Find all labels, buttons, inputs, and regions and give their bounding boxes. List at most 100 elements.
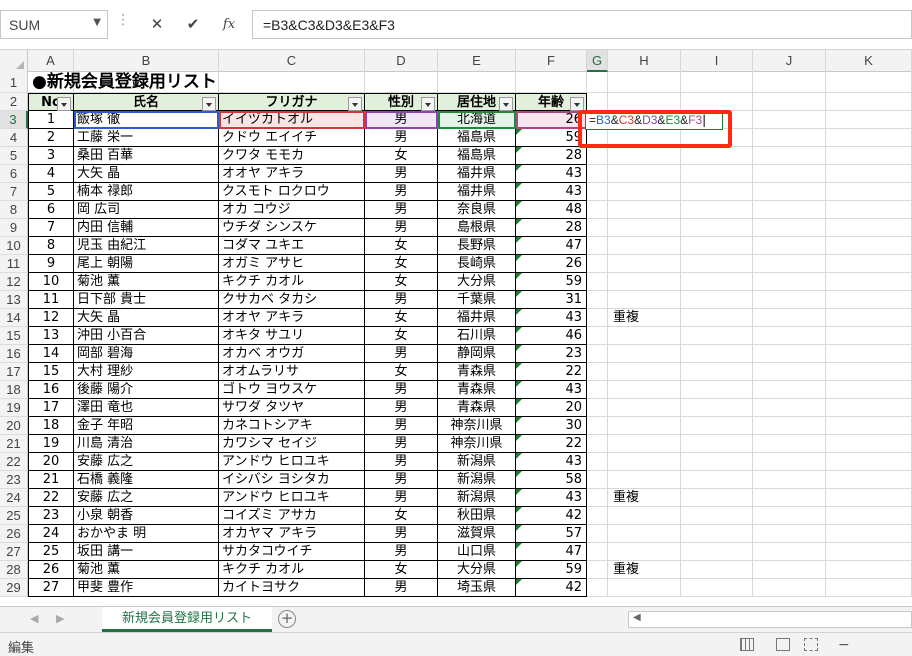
grid-cell[interactable] (681, 363, 753, 381)
table-cell-no[interactable]: 18 (28, 417, 74, 435)
grid-cell[interactable] (681, 219, 753, 237)
table-cell-no[interactable]: 9 (28, 255, 74, 273)
table-cell-name[interactable]: 金子 年昭 (74, 417, 219, 435)
table-cell-no[interactable]: 11 (28, 291, 74, 309)
filter-dropdown-icon[interactable] (421, 97, 435, 111)
table-cell-sex[interactable]: 男 (365, 399, 438, 417)
table-cell-no[interactable]: 27 (28, 579, 74, 597)
grid-cell[interactable] (753, 381, 826, 399)
grid-cell[interactable] (587, 291, 608, 309)
table-cell-age[interactable]: 28 (516, 147, 587, 165)
row-header-4[interactable]: 4 (0, 129, 28, 147)
table-cell-no[interactable]: 2 (28, 129, 74, 147)
table-cell-kana[interactable]: クサカベ タカシ (219, 291, 365, 309)
table-cell-age[interactable]: 42 (516, 507, 587, 525)
table-cell-no[interactable]: 26 (28, 561, 74, 579)
table-cell-kana[interactable]: イイヅカトオル (219, 111, 365, 129)
table-cell-name[interactable]: 澤田 竜也 (74, 399, 219, 417)
table-cell-place[interactable]: 秋田県 (438, 507, 516, 525)
grid-cell[interactable] (753, 525, 826, 543)
table-cell-name[interactable]: 川島 清治 (74, 435, 219, 453)
table-cell-place[interactable]: 長崎県 (438, 255, 516, 273)
table-cell-no[interactable]: 20 (28, 453, 74, 471)
name-box[interactable]: SUM ▼ (0, 10, 108, 39)
grid-cell[interactable] (826, 345, 912, 363)
table-cell-age[interactable]: 30 (516, 417, 587, 435)
normal-view-icon[interactable] (740, 638, 754, 651)
table-cell-no[interactable]: 16 (28, 381, 74, 399)
grid-cell[interactable] (587, 183, 608, 201)
table-cell-age[interactable]: 31 (516, 291, 587, 309)
table-cell-no[interactable]: 10 (28, 273, 74, 291)
filter-dropdown-icon[interactable] (570, 97, 584, 111)
table-cell-place[interactable]: 福島県 (438, 147, 516, 165)
column-header-j[interactable]: J (753, 50, 826, 72)
table-cell-sex[interactable]: 男 (365, 435, 438, 453)
table-cell-kana[interactable]: オキタ サユリ (219, 327, 365, 345)
filter-dropdown-icon[interactable] (499, 97, 513, 111)
row-header-27[interactable]: 27 (0, 543, 28, 561)
grid-cell[interactable] (587, 507, 608, 525)
table-cell-sex[interactable]: 男 (365, 345, 438, 363)
table-cell-kana[interactable]: オオヤ アキラ (219, 309, 365, 327)
row-header-10[interactable]: 10 (0, 237, 28, 255)
grid-cell[interactable] (681, 237, 753, 255)
grid-cell[interactable] (826, 273, 912, 291)
grid-cell[interactable] (753, 72, 826, 93)
row-header-6[interactable]: 6 (0, 165, 28, 183)
table-cell-age[interactable]: 43 (516, 489, 587, 507)
row-header-20[interactable]: 20 (0, 417, 28, 435)
table-cell-age[interactable]: 43 (516, 381, 587, 399)
grid-cell[interactable] (753, 327, 826, 345)
row-header-7[interactable]: 7 (0, 183, 28, 201)
grid-cell[interactable] (753, 165, 826, 183)
grid-cell[interactable] (587, 273, 608, 291)
table-cell-no[interactable]: 17 (28, 399, 74, 417)
grid-cell[interactable] (587, 165, 608, 183)
table-cell-place[interactable]: 奈良県 (438, 201, 516, 219)
table-cell-place[interactable]: 大分県 (438, 561, 516, 579)
grid-cell[interactable] (587, 471, 608, 489)
table-cell-place[interactable]: 神奈川県 (438, 417, 516, 435)
row-header-21[interactable]: 21 (0, 435, 28, 453)
grid-cell[interactable] (753, 111, 826, 129)
table-cell-name[interactable]: 大村 理紗 (74, 363, 219, 381)
grid-cell[interactable] (753, 435, 826, 453)
table-cell-sex[interactable]: 男 (365, 183, 438, 201)
table-cell-place[interactable]: 福島県 (438, 129, 516, 147)
grid-cell[interactable] (681, 291, 753, 309)
grid-cell[interactable] (608, 579, 681, 597)
filter-dropdown-icon[interactable] (348, 97, 362, 111)
table-cell-age[interactable]: 47 (516, 237, 587, 255)
table-cell-kana[interactable]: クドウ エイイチ (219, 129, 365, 147)
grid-cell[interactable] (681, 525, 753, 543)
row-header-23[interactable]: 23 (0, 471, 28, 489)
grid-cell[interactable] (826, 93, 912, 111)
grid-cell[interactable] (608, 273, 681, 291)
chevron-down-icon[interactable]: ▼ (93, 17, 101, 28)
table-cell-age[interactable]: 48 (516, 201, 587, 219)
grid-cell[interactable] (826, 363, 912, 381)
table-cell-sex[interactable]: 男 (365, 579, 438, 597)
table-cell-name[interactable]: 沖田 小百合 (74, 327, 219, 345)
table-cell-sex[interactable]: 男 (365, 129, 438, 147)
grid-cell[interactable] (681, 417, 753, 435)
grid-cell[interactable] (608, 147, 681, 165)
grid-cell[interactable] (753, 507, 826, 525)
table-cell-no[interactable]: 4 (28, 165, 74, 183)
grid-cell[interactable] (587, 579, 608, 597)
table-cell-no[interactable]: 25 (28, 543, 74, 561)
table-cell-place[interactable]: 新潟県 (438, 489, 516, 507)
grid-cell[interactable] (587, 417, 608, 435)
table-cell-age[interactable]: 23 (516, 345, 587, 363)
grid-cell[interactable] (753, 399, 826, 417)
table-cell-name[interactable]: 児玉 由紀江 (74, 237, 219, 255)
table-cell-no[interactable]: 7 (28, 219, 74, 237)
table-cell-age[interactable]: 43 (516, 453, 587, 471)
table-cell-sex[interactable]: 男 (365, 453, 438, 471)
table-cell-name[interactable]: 甲斐 豊作 (74, 579, 219, 597)
grid-cell[interactable] (608, 183, 681, 201)
table-cell-no[interactable]: 12 (28, 309, 74, 327)
table-cell-name[interactable]: 石橋 義隆 (74, 471, 219, 489)
grid-cell[interactable] (753, 93, 826, 111)
